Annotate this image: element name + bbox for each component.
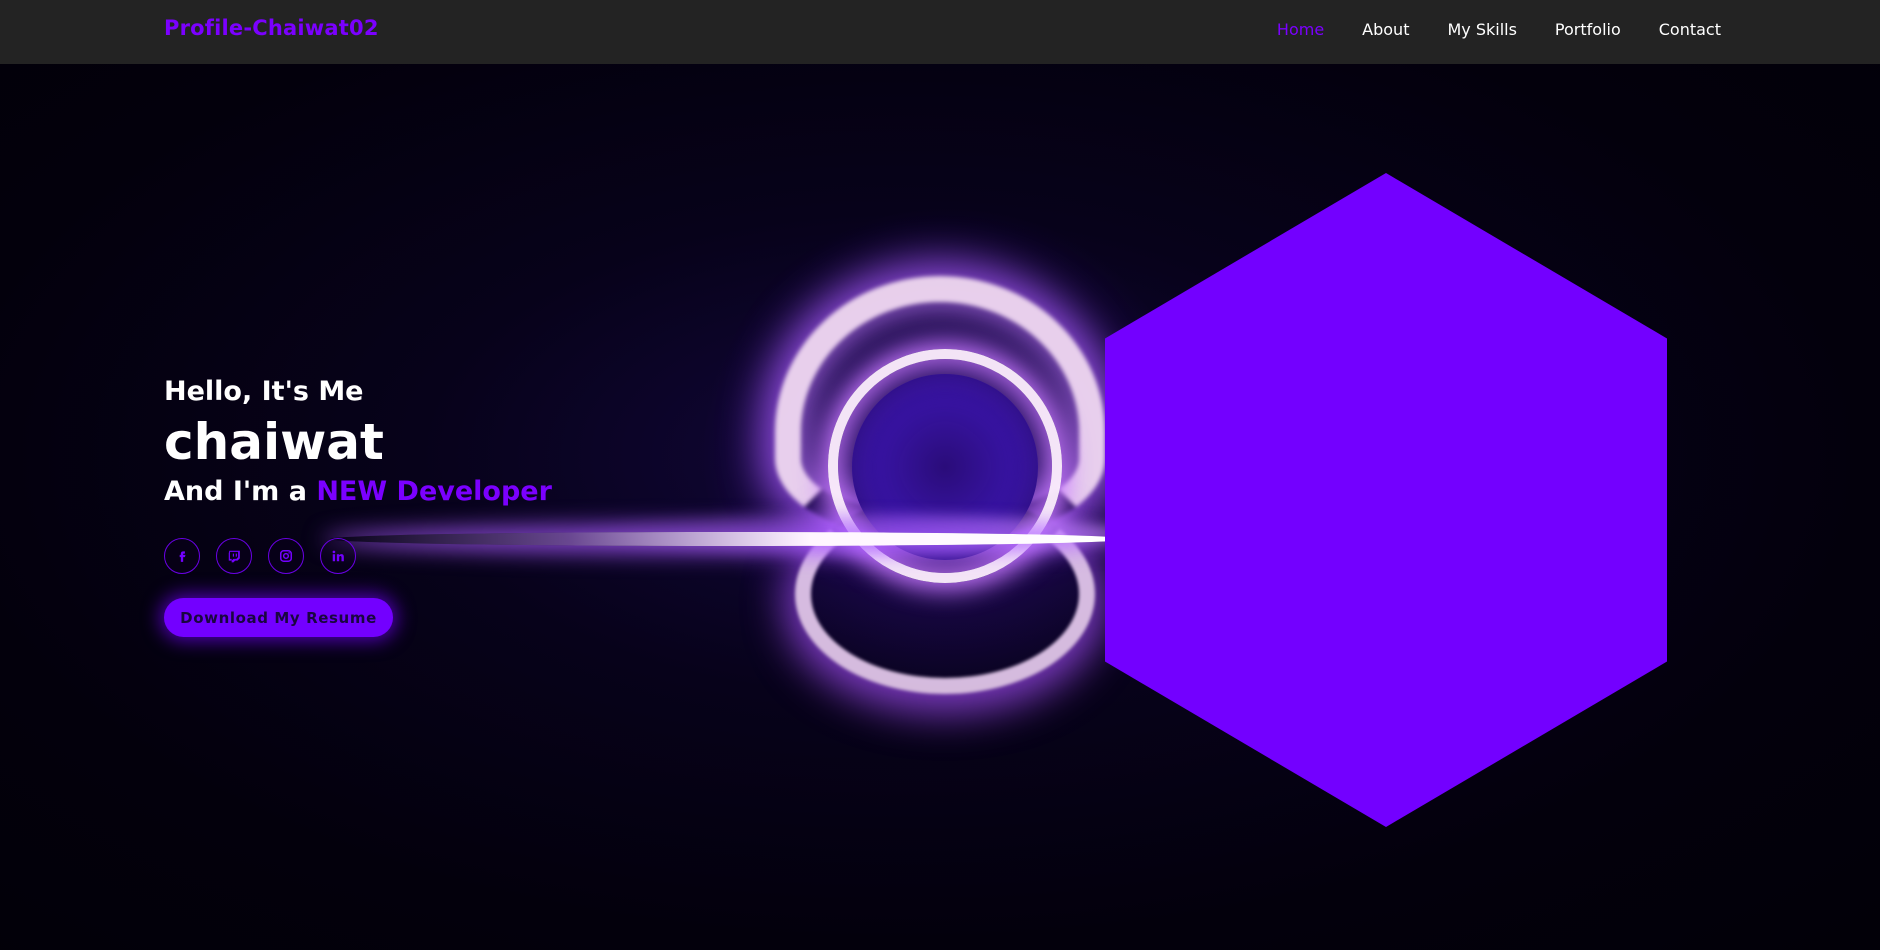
site-logo[interactable]: Profile-Chaiwat02 bbox=[164, 16, 379, 40]
download-resume-button[interactable]: Download My Resume bbox=[164, 598, 393, 637]
facebook-link[interactable] bbox=[164, 538, 200, 574]
hero-greeting: Hello, It's Me bbox=[164, 376, 364, 407]
linkedin-link[interactable] bbox=[320, 538, 356, 574]
hero-content: Hello, It's Me chaiwat And I'm a NEW Dev… bbox=[164, 372, 552, 637]
hero-name: chaiwat bbox=[164, 413, 384, 471]
nav-contact-link[interactable]: Contact bbox=[1659, 20, 1721, 39]
nav-about-link[interactable]: About bbox=[1362, 20, 1409, 39]
twitch-link[interactable] bbox=[216, 538, 252, 574]
hero-role-highlight: NEW Developer bbox=[316, 476, 552, 507]
top-navbar: Profile-Chaiwat02 Home About My Skills P… bbox=[0, 0, 1880, 64]
instagram-icon bbox=[279, 549, 293, 563]
facebook-icon bbox=[179, 551, 186, 562]
instagram-link[interactable] bbox=[268, 538, 304, 574]
nav-portfolio-link[interactable]: Portfolio bbox=[1555, 20, 1621, 39]
twitch-icon bbox=[228, 550, 240, 563]
nav-home-link[interactable]: Home bbox=[1277, 20, 1324, 39]
linkedin-icon bbox=[332, 550, 344, 562]
social-links bbox=[164, 538, 552, 574]
hero-role-prefix: And I'm a bbox=[164, 476, 317, 507]
hero-role: And I'm a NEW Developer bbox=[164, 472, 552, 512]
main-nav: Home About My Skills Portfolio Contact bbox=[1239, 20, 1721, 39]
hero-background: Profile-Chaiwat02 Home About My Skills P… bbox=[0, 0, 1880, 950]
nav-skills-link[interactable]: My Skills bbox=[1447, 20, 1516, 39]
